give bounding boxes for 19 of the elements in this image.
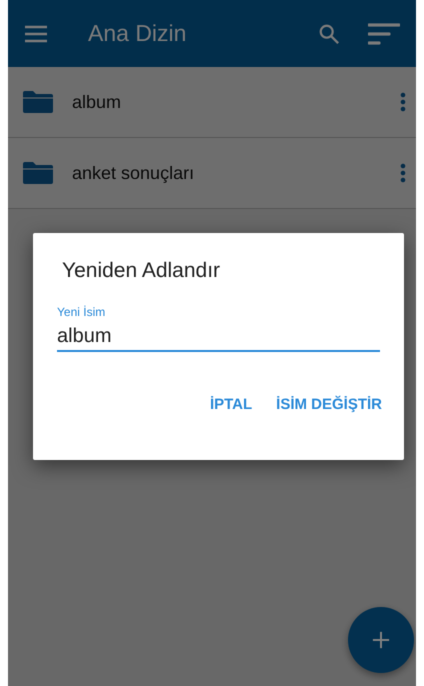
add-button[interactable] (348, 607, 414, 673)
field-label: Yeni İsim (57, 305, 106, 319)
dialog-title: Yeniden Adlandır (62, 259, 222, 283)
sort-icon[interactable] (368, 22, 400, 46)
dialog-button[interactable]: İSİM DEĞİŞTİR (268, 388, 390, 421)
screen-title: Ana Dizin (88, 20, 188, 47)
more-options-icon[interactable] (400, 163, 406, 183)
folder-row[interactable]: album (8, 67, 416, 138)
folder-icon (22, 161, 54, 185)
more-options-icon[interactable] (400, 92, 406, 112)
folder-icon (22, 90, 54, 114)
search-icon[interactable] (318, 22, 340, 44)
menu-icon[interactable] (24, 24, 48, 42)
name-input-field[interactable]: album (57, 325, 380, 352)
folder-name: album (72, 92, 122, 112)
folder-name: anket sonuçları (72, 162, 196, 184)
folder-row[interactable]: anket sonuçları (8, 138, 416, 209)
dialog-button[interactable]: İPTAL (202, 388, 260, 421)
plus-icon (372, 631, 390, 649)
